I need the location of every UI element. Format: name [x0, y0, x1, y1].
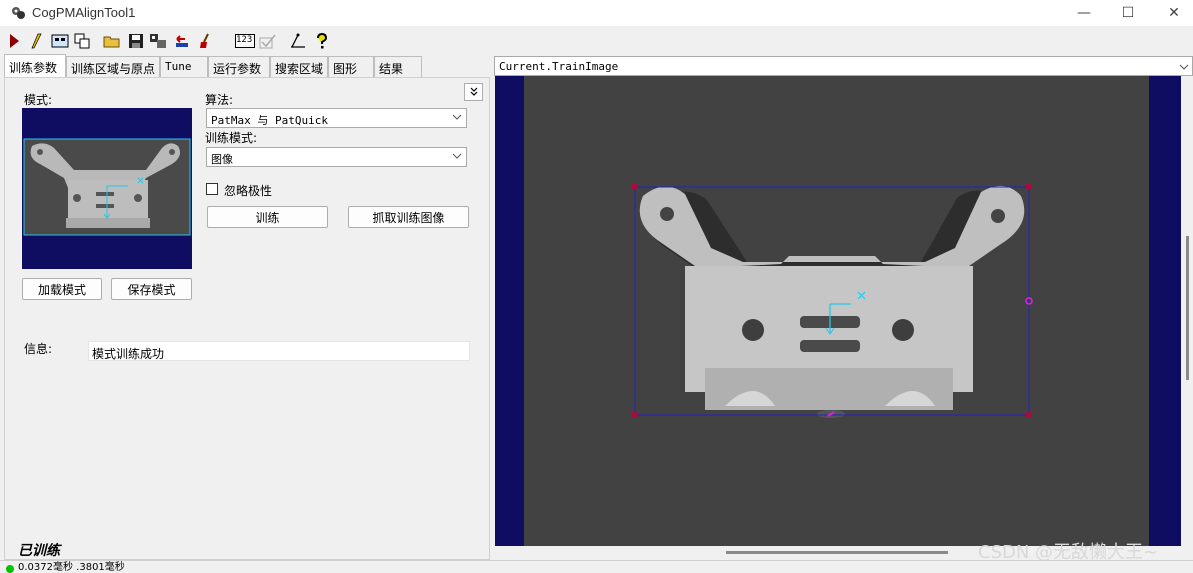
config-icon[interactable] [148, 31, 168, 51]
algorithm-value: PatMax 与 PatQuick [211, 114, 328, 127]
edit-icon[interactable] [26, 31, 46, 51]
open-folder-icon[interactable] [102, 31, 122, 51]
model-preview [22, 108, 192, 269]
title-bar: CogPMAlignTool1 — ☐ ✕ [0, 0, 1193, 26]
toolbar: 123 [0, 28, 1193, 54]
measure-icon[interactable] [288, 31, 308, 51]
train-mode-value: 图像 [211, 153, 233, 166]
region-handle-tl[interactable] [632, 184, 638, 190]
tab-train-params[interactable]: 训练参数 [4, 54, 66, 77]
window-title: CogPMAlignTool1 [32, 5, 136, 20]
counter-icon[interactable]: 123 [234, 31, 256, 51]
tab-graphics[interactable]: 图形 [328, 56, 374, 77]
chevron-down-icon [1179, 64, 1189, 70]
counter-text: 123 [236, 35, 253, 45]
image-source-select[interactable]: Current.TrainImage [494, 56, 1193, 76]
image-source-value: Current.TrainImage [499, 60, 619, 73]
run-icon[interactable] [4, 31, 24, 51]
hole-left [660, 207, 674, 221]
region-handle-tr[interactable] [1026, 184, 1032, 190]
train-mode-select[interactable]: 图像 [206, 147, 467, 167]
chevron-down-icon [452, 114, 462, 120]
chevron-down-icon [452, 153, 462, 159]
info-field: 模式训练成功 [88, 341, 470, 361]
tab-search-region[interactable]: 搜索区域 [270, 56, 328, 77]
maximize-button[interactable]: ☐ [1105, 0, 1151, 26]
horizontal-scroll-thumb[interactable] [726, 551, 948, 554]
tab-train-region[interactable]: 训练区域与原点 [66, 56, 160, 77]
save-icon[interactable] [126, 31, 146, 51]
collapse-button[interactable] [464, 83, 483, 101]
tab-tune[interactable]: Tune [160, 56, 208, 77]
algorithm-label: 算法: [205, 93, 234, 107]
check-icon[interactable] [258, 31, 278, 51]
help-icon[interactable] [312, 31, 332, 51]
load-model-button[interactable]: 加载模式 [22, 278, 102, 300]
display-icon[interactable] [50, 31, 70, 51]
region-handle-br[interactable] [1026, 412, 1032, 418]
region-handle-bl[interactable] [632, 412, 638, 418]
minimize-button[interactable]: — [1061, 0, 1107, 26]
ignore-polarity-checkbox[interactable] [206, 183, 218, 195]
copy-icon[interactable] [72, 31, 92, 51]
trained-status: 已训练 [18, 543, 60, 559]
image-display[interactable] [495, 76, 1181, 546]
model-label: 模式: [24, 93, 53, 107]
info-label: 信息: [24, 342, 53, 356]
tab-run-params[interactable]: 运行参数 [208, 56, 270, 77]
grab-train-image-button[interactable]: 抓取训练图像 [348, 206, 469, 228]
train-mode-label: 训练模式: [205, 131, 258, 145]
algorithm-select[interactable]: PatMax 与 PatQuick [206, 108, 467, 128]
status-bar: 0.0372毫秒 .3801毫秒 [0, 560, 1193, 573]
ignore-polarity-label: 忽略极性 [224, 184, 273, 198]
close-button[interactable]: ✕ [1151, 0, 1193, 26]
train-button[interactable]: 训练 [207, 206, 328, 228]
chevron-down-icon [470, 87, 477, 96]
save-model-button[interactable]: 保存模式 [111, 278, 192, 300]
vertical-scrollbar[interactable] [1181, 76, 1193, 546]
train-params-panel: 模式: 加载模式 保存模式 算法: PatMax 与 PatQuick 训练模式… [4, 77, 490, 560]
vertical-scroll-thumb[interactable] [1186, 236, 1189, 380]
clear-icon[interactable] [196, 31, 216, 51]
app-icon [12, 7, 25, 19]
hole-right [991, 209, 1005, 223]
tab-results[interactable]: 结果 [374, 56, 422, 77]
status-indicator [6, 565, 14, 573]
status-text: 0.0372毫秒 .3801毫秒 [18, 562, 125, 573]
reset-icon[interactable] [172, 31, 192, 51]
